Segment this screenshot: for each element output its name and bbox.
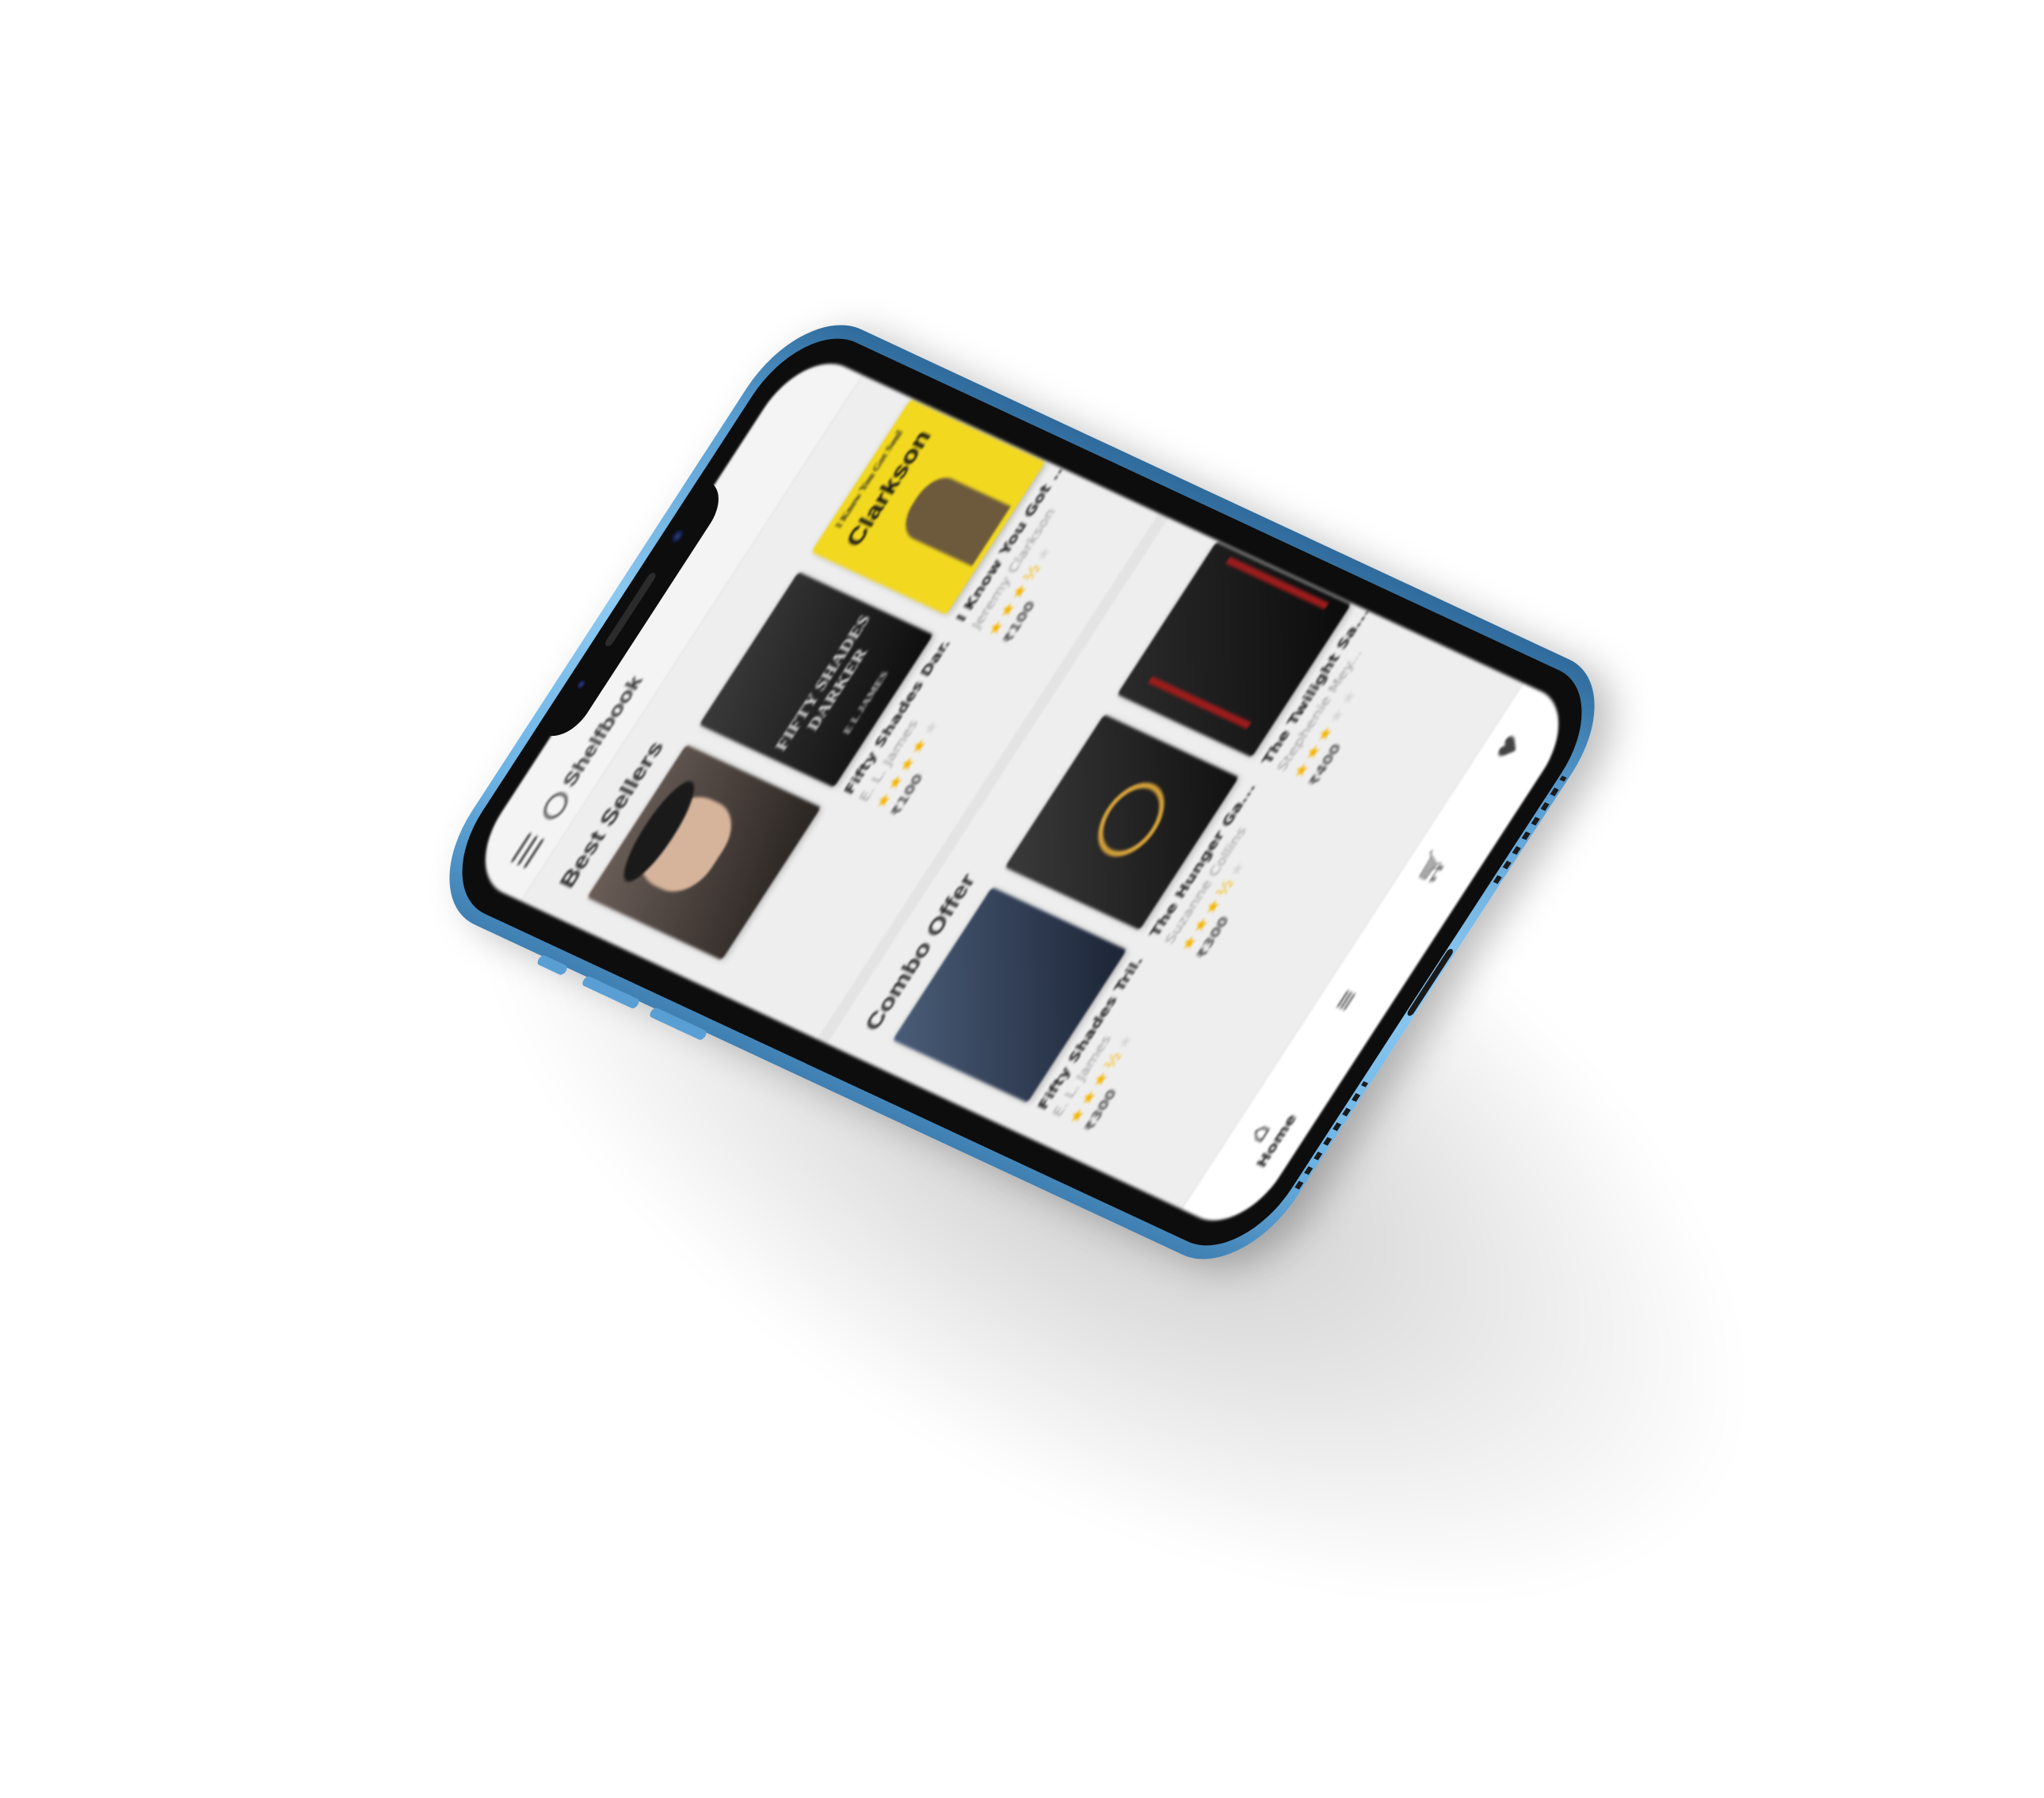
filter-icon: ≡ bbox=[1328, 984, 1364, 1016]
front-camera-icon bbox=[668, 527, 687, 546]
cart-icon: 🛒︎ bbox=[1410, 845, 1454, 889]
hamburger-menu-icon[interactable] bbox=[510, 832, 548, 870]
book-card[interactable] bbox=[586, 745, 822, 961]
sensor-icon bbox=[574, 678, 588, 691]
tab-cart[interactable]: 🛒︎ bbox=[1391, 816, 1473, 919]
book-cover[interactable] bbox=[586, 745, 822, 961]
tab-wishlist[interactable]: ♥ bbox=[1469, 696, 1550, 799]
tab-filter[interactable]: ≡ bbox=[1305, 949, 1386, 1052]
heart-icon: ♥ bbox=[1492, 730, 1528, 765]
brand-logo-icon bbox=[539, 789, 573, 823]
tab-home[interactable]: ⌂ Home bbox=[1218, 1081, 1313, 1190]
